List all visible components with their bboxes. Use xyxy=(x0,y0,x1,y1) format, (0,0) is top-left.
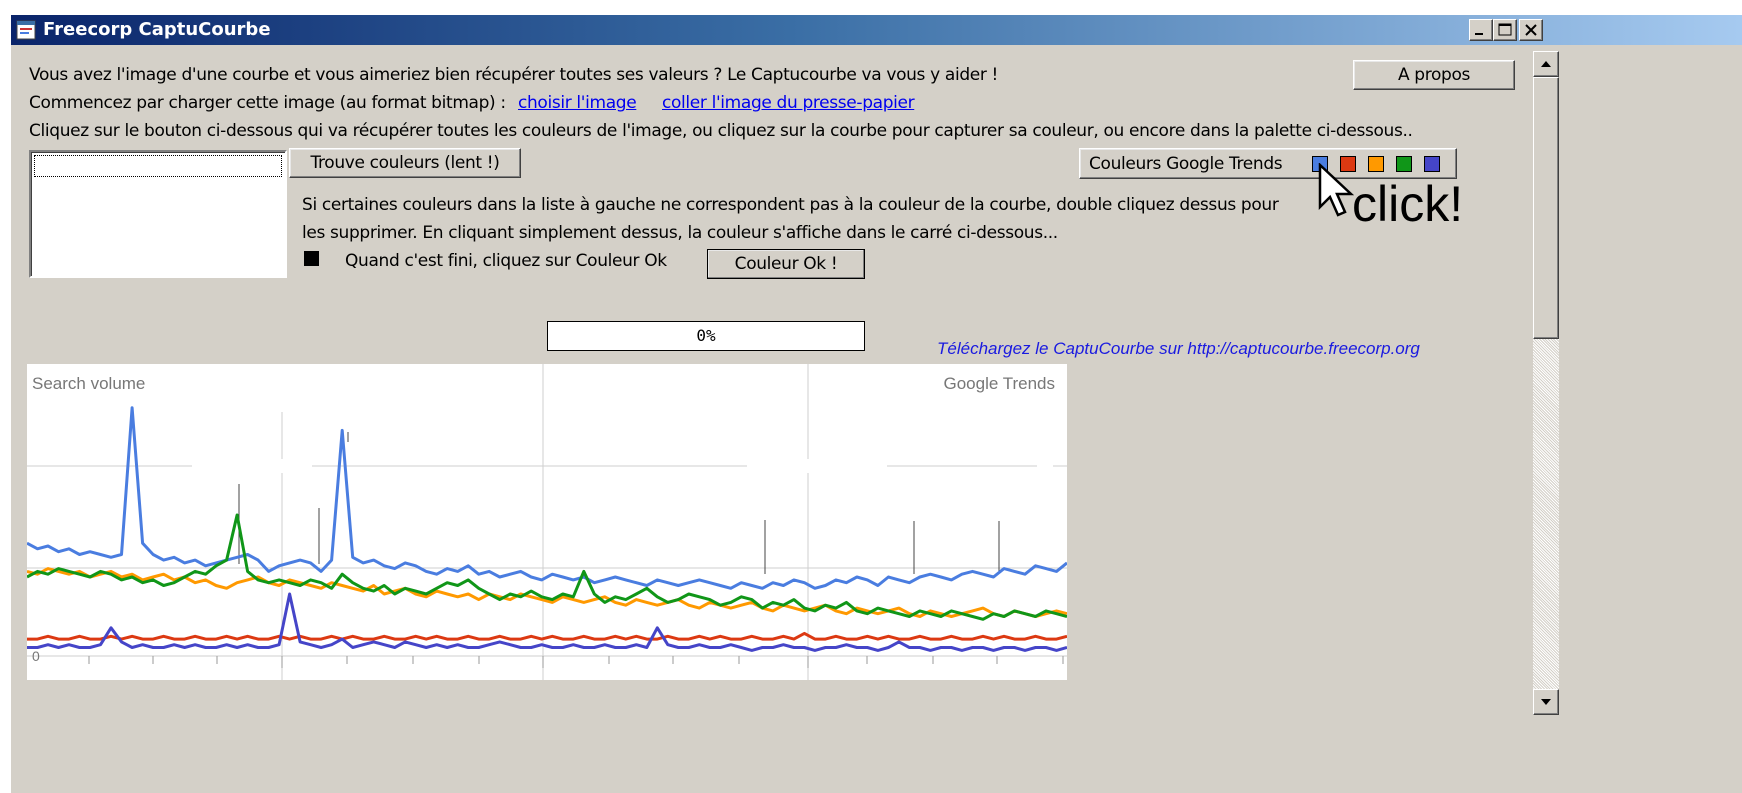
chart-label-left: Search volume xyxy=(32,374,146,393)
series-line-3 xyxy=(27,631,1067,641)
minimize-icon xyxy=(1475,33,1483,35)
color-list[interactable] xyxy=(29,150,287,278)
color-list-selection xyxy=(34,155,282,177)
instruction-line-1: Si certaines couleurs dans la liste à ga… xyxy=(302,195,1279,215)
instruction-line-3: Quand c'est fini, cliquez sur Couleur Ok xyxy=(345,251,667,271)
chart-label-right: Google Trends xyxy=(943,374,1055,393)
selected-color-preview xyxy=(304,251,319,266)
intro-line-1: Vous avez l'image d'une courbe et vous a… xyxy=(29,65,999,85)
maximize-button[interactable] xyxy=(1493,19,1517,41)
download-link[interactable]: Téléchargez le CaptuCourbe sur http://ca… xyxy=(937,339,1420,359)
x-axis-ticks xyxy=(88,656,1064,668)
swatch-orange[interactable] xyxy=(1368,156,1384,172)
series-line-0 xyxy=(27,406,1067,590)
up-arrow-icon xyxy=(1541,61,1551,67)
chart-area[interactable]: Search volume Google Trends 0 xyxy=(27,364,1067,680)
choose-image-link[interactable]: choisir l'image xyxy=(518,93,637,113)
chart-zero-label: 0 xyxy=(32,648,40,664)
close-icon xyxy=(1525,24,1537,36)
google-trends-label: Couleurs Google Trends xyxy=(1089,154,1283,174)
series-layer xyxy=(27,406,1067,652)
app-window: Freecorp CaptuCourbe Vous avez l'image d… xyxy=(10,14,1742,793)
progress-label: 0% xyxy=(696,326,716,345)
title-bar[interactable]: Freecorp CaptuCourbe xyxy=(11,15,1742,45)
minimize-button[interactable] xyxy=(1469,19,1493,41)
mouse-cursor-icon xyxy=(1318,163,1354,217)
swatch-green[interactable] xyxy=(1396,156,1412,172)
about-button[interactable]: A propos xyxy=(1353,60,1515,90)
chart-gridlines xyxy=(27,364,1067,680)
app-icon xyxy=(16,20,36,40)
window-title: Freecorp CaptuCourbe xyxy=(43,19,271,40)
intro-line-2: Commencez par charger cette image (au fo… xyxy=(29,93,506,113)
close-button[interactable] xyxy=(1519,19,1543,41)
scroll-thumb[interactable] xyxy=(1533,77,1559,339)
maximize-icon xyxy=(1498,23,1512,36)
scroll-up-button[interactable] xyxy=(1533,51,1559,77)
scroll-down-button[interactable] xyxy=(1533,689,1559,715)
find-colors-button[interactable]: Trouve couleurs (lent !) xyxy=(289,148,521,178)
color-ok-button[interactable]: Couleur Ok ! xyxy=(707,249,865,279)
vertical-scrollbar[interactable] xyxy=(1533,51,1559,715)
intro-line-3: Cliquez sur le bouton ci-dessous qui va … xyxy=(29,121,1413,141)
click-annotation: click! xyxy=(1352,176,1464,232)
progress-bar: 0% xyxy=(547,321,865,351)
paste-image-link[interactable]: coller l'image du presse-papier xyxy=(662,93,915,113)
chart-gaps xyxy=(192,364,1053,473)
trend-chart xyxy=(27,364,1067,680)
down-arrow-icon xyxy=(1541,699,1551,705)
series-line-2 xyxy=(27,513,1067,621)
swatch-purple[interactable] xyxy=(1424,156,1440,172)
instruction-line-2: les supprimer. En cliquant simplement de… xyxy=(302,223,1058,243)
